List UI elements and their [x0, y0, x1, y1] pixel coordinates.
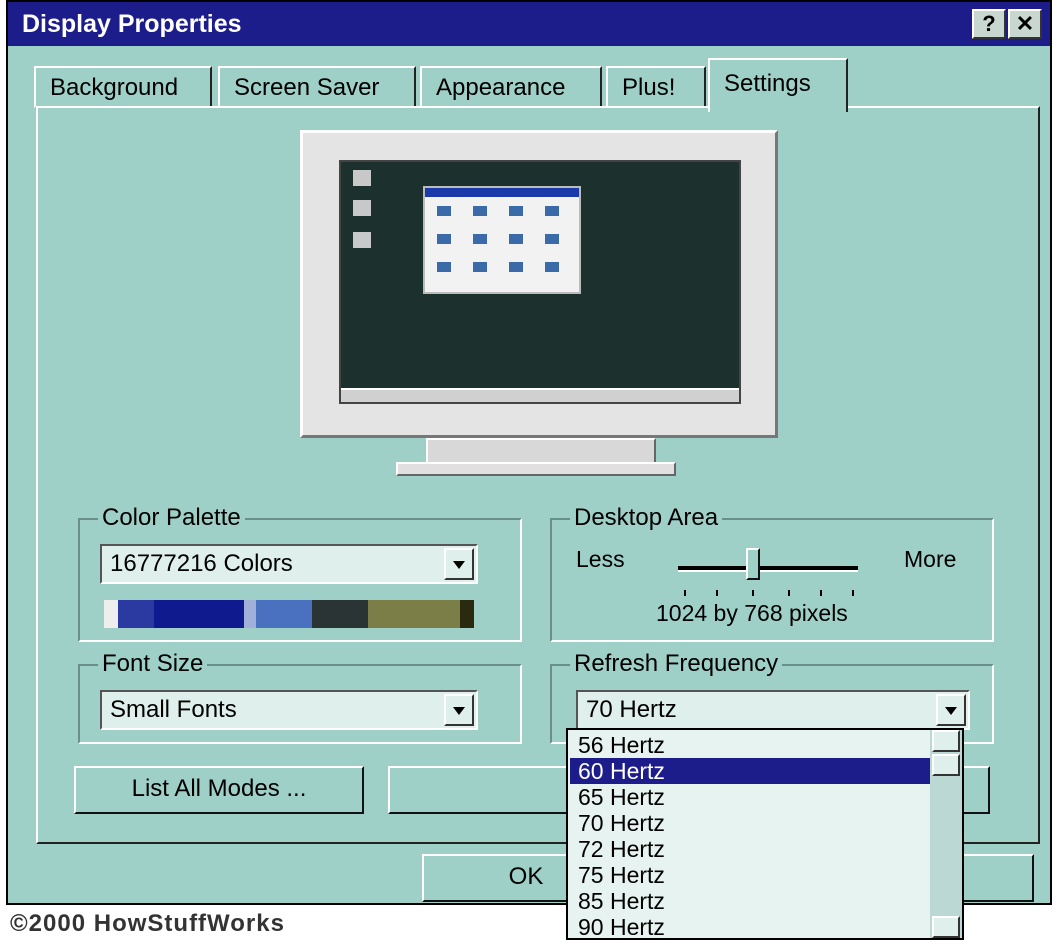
tab-screen-saver[interactable]: Screen Saver	[218, 66, 416, 108]
option-60-hertz[interactable]: 60 Hertz	[570, 758, 932, 784]
color-palette-value: 16777216 Colors	[110, 550, 293, 577]
window-title: Display Properties	[22, 10, 242, 38]
monitor-preview	[300, 130, 778, 438]
color-palette-select[interactable]: 16777216 Colors	[100, 544, 478, 584]
desktop-area-group: Desktop Area Less More 1024 by 768 pixel…	[550, 504, 994, 642]
preview-taskbar	[341, 388, 739, 402]
refresh-frequency-label: Refresh Frequency	[570, 650, 783, 678]
refresh-frequency-select[interactable]: 70 Hertz	[576, 690, 970, 730]
less-label: Less	[576, 546, 625, 572]
chevron-down-icon[interactable]	[936, 694, 966, 726]
my-computer-icon	[353, 170, 371, 186]
title-bar: Display Properties ? ✕	[8, 2, 1050, 46]
monitor-stand	[426, 438, 656, 464]
tab-background[interactable]: Background	[34, 66, 212, 108]
option-72-hertz[interactable]: 72 Hertz	[570, 836, 932, 862]
font-size-label: Font Size	[98, 650, 208, 678]
network-icon	[353, 200, 371, 216]
option-65-hertz[interactable]: 65 Hertz	[570, 784, 932, 810]
color-palette-group: Color Palette 16777216 Colors	[78, 504, 522, 642]
refresh-frequency-dropdown[interactable]: 56 Hertz 60 Hertz 65 Hertz 70 Hertz 72 H…	[566, 728, 964, 940]
color-palette-strip	[104, 600, 474, 628]
scroll-thumb[interactable]	[932, 754, 960, 776]
dropdown-scrollbar[interactable]	[930, 730, 962, 938]
font-size-select[interactable]: Small Fonts	[100, 690, 478, 730]
tab-plus[interactable]: Plus!	[606, 66, 706, 108]
preview-window	[423, 186, 581, 294]
font-size-value: Small Fonts	[110, 696, 237, 723]
tab-appearance[interactable]: Appearance	[420, 66, 602, 108]
monitor-screen	[339, 160, 741, 404]
tab-settings[interactable]: Settings	[708, 58, 848, 112]
resolution-slider-thumb[interactable]	[746, 548, 760, 580]
refresh-frequency-value: 70 Hertz	[586, 696, 677, 723]
close-button[interactable]: ✕	[1008, 9, 1042, 39]
list-all-modes-button[interactable]: List All Modes ...	[74, 766, 364, 814]
more-label: More	[904, 546, 957, 572]
resolution-readout: 1024 by 768 pixels	[656, 600, 848, 626]
option-75-hertz[interactable]: 75 Hertz	[570, 862, 932, 888]
scroll-up-icon[interactable]	[932, 730, 960, 752]
option-85-hertz[interactable]: 85 Hertz	[570, 888, 932, 914]
monitor-base	[396, 462, 676, 476]
recycle-bin-icon	[353, 232, 371, 248]
color-palette-label: Color Palette	[98, 504, 245, 532]
desktop-area-label: Desktop Area	[570, 504, 723, 532]
option-56-hertz[interactable]: 56 Hertz	[570, 732, 932, 758]
chevron-down-icon[interactable]	[444, 694, 474, 726]
option-70-hertz[interactable]: 70 Hertz	[570, 810, 932, 836]
scroll-down-icon[interactable]	[932, 916, 960, 938]
font-size-group: Font Size Small Fonts	[78, 650, 522, 744]
chevron-down-icon[interactable]	[444, 548, 474, 580]
resolution-slider-track[interactable]	[678, 566, 858, 572]
help-button[interactable]: ?	[972, 9, 1006, 39]
option-90-hertz[interactable]: 90 Hertz	[570, 914, 932, 938]
copyright-text: ©2000 HowStuffWorks	[10, 910, 285, 937]
